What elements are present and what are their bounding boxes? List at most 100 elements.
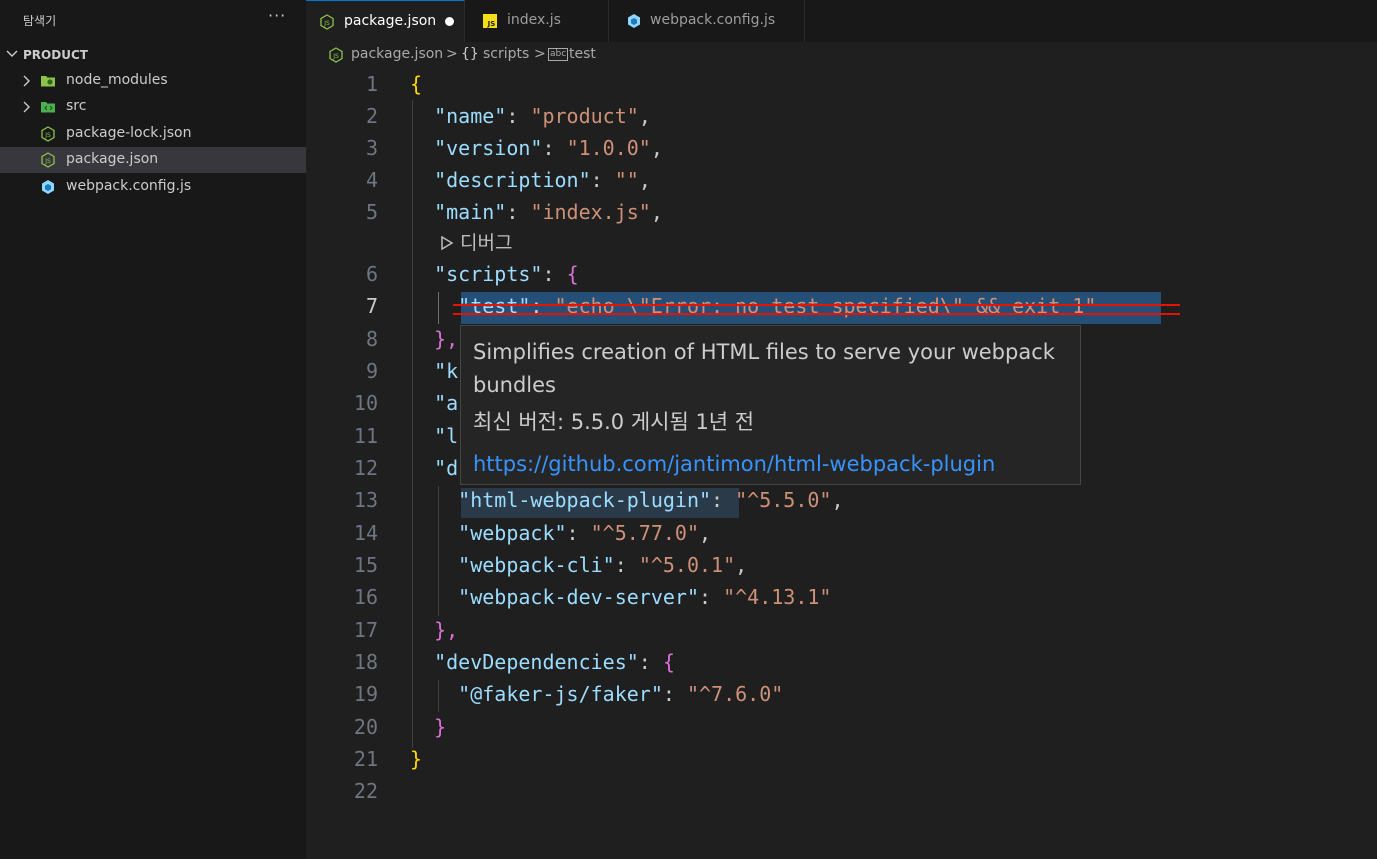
line-number: 19 xyxy=(353,682,378,706)
hover-repo-link[interactable]: https://github.com/jantimon/html-webpack… xyxy=(473,452,995,476)
code-line: "d xyxy=(434,456,459,480)
js-icon: JS xyxy=(483,14,497,28)
line-number: 10 xyxy=(353,391,378,415)
line-number: 20 xyxy=(353,715,378,739)
code-line: } xyxy=(410,747,423,771)
line-number: 11 xyxy=(353,424,378,448)
tree-item-package-lock[interactable]: JS package-lock.json xyxy=(0,121,306,147)
breadcrumb-separator: > xyxy=(446,46,458,62)
editor-area: JS package.json JS index.js webpack.conf… xyxy=(306,0,1377,859)
more-actions-icon[interactable]: ··· xyxy=(268,6,286,25)
line-number: 17 xyxy=(353,618,378,642)
breadcrumb-file[interactable]: package.json xyxy=(351,46,443,62)
tab-package-json[interactable]: JS package.json xyxy=(306,0,465,42)
debug-codelens[interactable]: 디버그 xyxy=(440,228,513,255)
code-line: "webpack-cli": "^5.0.1", xyxy=(458,553,748,577)
nodejs-json-icon: JS xyxy=(320,14,334,30)
node-folder-icon xyxy=(41,76,55,87)
tab-webpack-config[interactable]: webpack.config.js xyxy=(609,0,805,42)
tree-item-node-modules[interactable]: node_modules xyxy=(0,68,306,94)
strikethrough-line xyxy=(453,304,1180,306)
strikethrough-line xyxy=(453,313,1180,315)
line-number: 3 xyxy=(365,136,378,160)
tree-item-webpack-config[interactable]: webpack.config.js xyxy=(0,174,306,200)
line-number: 21 xyxy=(353,747,378,771)
code-line: "l xyxy=(434,424,459,448)
code-line: "scripts": { xyxy=(434,262,579,286)
explorer-title: 탐색기 xyxy=(23,14,57,28)
svg-text:JS: JS xyxy=(332,53,339,60)
tree-item-label: node_modules xyxy=(66,72,168,88)
webpack-icon xyxy=(42,180,54,194)
line-number: 16 xyxy=(353,585,378,609)
nodejs-json-icon: JS xyxy=(329,47,343,63)
code-line: "description": "", xyxy=(434,168,651,192)
string-icon: abc xyxy=(548,48,569,61)
webpack-icon xyxy=(628,14,640,28)
line-number: 1 xyxy=(365,72,378,96)
code-line: "version": "1.0.0", xyxy=(434,136,663,160)
tab-label: package.json xyxy=(344,13,437,29)
code-line: "webpack-dev-server": "^4.13.1" xyxy=(458,585,832,609)
code-line: "k xyxy=(434,359,459,383)
unsaved-dot-icon[interactable] xyxy=(445,17,454,26)
line-number: 12 xyxy=(353,456,378,480)
svg-text:JS: JS xyxy=(487,20,496,28)
code-line: "@faker-js/faker": "^7.6.0" xyxy=(458,682,784,706)
line-number: 8 xyxy=(365,327,378,351)
chevron-right-icon xyxy=(23,75,30,87)
line-number: 18 xyxy=(353,650,378,674)
hover-description: Simplifies creation of HTML files to ser… xyxy=(473,340,1055,397)
workspace-folder-name: PRODUCT xyxy=(23,48,88,62)
tree-item-label: package.json xyxy=(66,151,159,167)
object-icon: {} xyxy=(461,46,479,62)
chevron-right-icon xyxy=(23,101,30,113)
code-line: "html-webpack-plugin": "^5.5.0", xyxy=(458,488,844,512)
tab-bar: JS package.json JS index.js webpack.conf… xyxy=(306,0,1377,42)
line-number: 15 xyxy=(353,553,378,577)
code-line: "devDependencies": { xyxy=(434,650,675,674)
hover-version-info: 최신 버전: 5.5.0 게시됨 1년 전 xyxy=(473,410,755,434)
explorer-header: 탐색기 ··· xyxy=(0,0,306,42)
breadcrumb-separator: > xyxy=(534,46,546,62)
line-number: 14 xyxy=(353,521,378,545)
line-number-current: 7 xyxy=(365,294,378,318)
code-line: }, xyxy=(434,618,459,642)
workspace-folder[interactable]: PRODUCT xyxy=(0,44,306,66)
line-number: 5 xyxy=(365,200,378,224)
line-number: 13 xyxy=(353,488,378,512)
line-number: 9 xyxy=(365,359,378,383)
chevron-down-icon xyxy=(6,50,18,57)
breadcrumb-section[interactable]: scripts xyxy=(483,46,529,62)
tree-item-package-json[interactable]: JS package.json xyxy=(0,147,306,173)
line-number: 4 xyxy=(365,168,378,192)
svg-text:JS: JS xyxy=(323,20,330,27)
tab-label: index.js xyxy=(507,12,561,28)
line-number: 2 xyxy=(365,104,378,128)
line-number: 22 xyxy=(353,779,378,803)
code-line: }, xyxy=(434,327,459,351)
debug-label: 디버그 xyxy=(460,232,513,254)
tree-item-src[interactable]: src xyxy=(0,94,306,120)
breadcrumb: JS package.json > {} scripts > abc test xyxy=(306,42,1377,68)
hover-tooltip: Simplifies creation of HTML files to ser… xyxy=(460,325,1081,485)
code-line: "main": "index.js", xyxy=(434,200,663,224)
line-number: 6 xyxy=(365,262,378,286)
code-line: "a xyxy=(434,391,459,415)
tab-index-js[interactable]: JS index.js xyxy=(465,0,609,42)
tree-item-label: webpack.config.js xyxy=(66,178,192,194)
breadcrumb-leaf[interactable]: test xyxy=(569,46,596,62)
code-line: "name": "product", xyxy=(434,104,651,128)
src-folder-icon xyxy=(41,102,55,113)
nodejs-json-icon: JS xyxy=(41,126,55,142)
svg-text:JS: JS xyxy=(44,132,51,139)
nodejs-json-icon: JS xyxy=(41,152,55,168)
tree-item-label: src xyxy=(66,98,87,114)
svg-text:JS: JS xyxy=(44,158,51,165)
play-icon xyxy=(441,235,454,251)
explorer-sidebar: 탐색기 ··· PRODUCT node_modules src JS pack… xyxy=(0,0,306,859)
code-line: } xyxy=(434,715,447,739)
code-line: "webpack": "^5.77.0", xyxy=(458,521,712,545)
code-line: { xyxy=(410,72,423,96)
tree-item-label: package-lock.json xyxy=(66,125,192,141)
